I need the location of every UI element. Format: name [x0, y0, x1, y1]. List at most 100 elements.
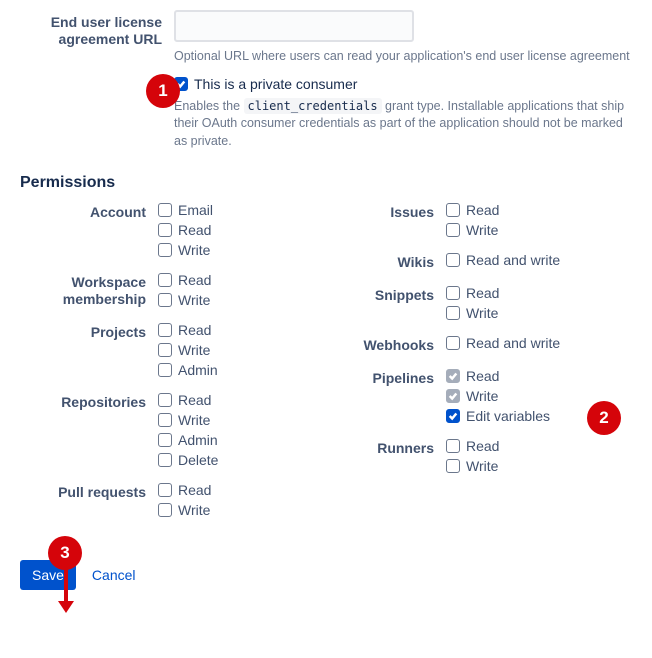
- perm-option-label: Write: [466, 305, 498, 321]
- perm-option: Admin: [158, 362, 306, 378]
- private-consumer-label: This is a private consumer: [194, 76, 357, 92]
- perm-checkbox[interactable]: [158, 343, 172, 357]
- perm-option-label: Email: [178, 202, 213, 218]
- perm-option-label: Read: [466, 285, 499, 301]
- perm-checkbox[interactable]: [446, 336, 460, 350]
- perm-option: Read and write: [446, 335, 632, 351]
- perm-option: Read: [158, 392, 306, 408]
- perm-option: Read: [446, 202, 632, 218]
- perm-option-label: Write: [178, 412, 210, 428]
- perm-option-label: Read: [178, 222, 211, 238]
- perm-checkbox[interactable]: [158, 413, 172, 427]
- perm-checkbox[interactable]: [446, 286, 460, 300]
- perm-option: Admin: [158, 432, 306, 448]
- perm-option: Read: [446, 368, 632, 384]
- perm-checkbox[interactable]: [446, 459, 460, 473]
- eula-helper: Optional URL where users can read your a…: [174, 48, 632, 66]
- perm-checkbox[interactable]: [446, 306, 460, 320]
- perm-group-options: ReadWriteAdminDelete: [158, 392, 306, 468]
- check-icon: [448, 371, 458, 381]
- perm-checkbox[interactable]: [446, 203, 460, 217]
- annotation-badge-2: 2: [587, 401, 621, 435]
- perm-group-options: Read Write: [446, 202, 632, 238]
- annotation-badge-1: 1: [146, 74, 180, 108]
- perm-group-options: Read Write Admin: [158, 322, 306, 378]
- perm-option: Read: [446, 285, 632, 301]
- form-actions: Save Cancel: [20, 560, 632, 590]
- perm-checkbox[interactable]: [158, 293, 172, 307]
- perm-checkbox[interactable]: [158, 453, 172, 467]
- perm-group-label: Issues: [346, 202, 446, 238]
- perm-checkbox[interactable]: [158, 503, 172, 517]
- perm-option: Write: [158, 242, 306, 258]
- perm-group-options: Email Read Write: [158, 202, 306, 258]
- perm-group-options: Read and write: [446, 252, 632, 271]
- perm-group: ProjectsReadWriteAdmin: [20, 322, 306, 378]
- perm-checkbox: [446, 389, 460, 403]
- perm-group: Workspace membership Read Write: [20, 272, 306, 308]
- perm-option-label: Write: [178, 242, 210, 258]
- perm-option: Read: [158, 482, 306, 498]
- perm-checkbox[interactable]: [158, 223, 172, 237]
- permissions-grid: AccountEmailReadWriteWorkspace membershi…: [20, 202, 632, 532]
- perm-option: Write: [446, 222, 632, 238]
- perm-option-label: Read: [178, 272, 211, 288]
- permissions-left-col: AccountEmailReadWriteWorkspace membershi…: [20, 202, 306, 532]
- perm-checkbox[interactable]: [158, 433, 172, 447]
- perm-checkbox[interactable]: [446, 223, 460, 237]
- perm-checkbox: [446, 369, 460, 383]
- perm-option-label: Write: [178, 502, 210, 518]
- perm-group-label: Account: [20, 202, 158, 258]
- perm-option-label: Write: [466, 458, 498, 474]
- perm-option-label: Read and write: [466, 335, 560, 351]
- perm-group: Issues Read Write: [346, 202, 632, 238]
- perm-option: Write: [158, 342, 306, 358]
- perm-option-label: Admin: [178, 362, 218, 378]
- perm-option: Read: [158, 272, 306, 288]
- perm-checkbox[interactable]: [446, 409, 460, 423]
- perm-option-label: Write: [466, 388, 498, 404]
- perm-checkbox[interactable]: [446, 439, 460, 453]
- perm-option-label: Read: [466, 202, 499, 218]
- perm-option-label: Read: [466, 438, 499, 454]
- perm-group-options: Read Write: [446, 438, 632, 474]
- perm-checkbox[interactable]: [446, 253, 460, 267]
- perm-group-options: Read and write: [446, 335, 632, 354]
- perm-group-label: Runners: [346, 438, 446, 474]
- perm-checkbox[interactable]: [158, 323, 172, 337]
- perm-option-label: Write: [178, 342, 210, 358]
- perm-group-label: Snippets: [346, 285, 446, 321]
- perm-checkbox[interactable]: [158, 363, 172, 377]
- perm-option: Read: [158, 322, 306, 338]
- perm-group: Account Email Read Write: [20, 202, 306, 258]
- perm-option-label: Write: [466, 222, 498, 238]
- perm-option-label: Read and write: [466, 252, 560, 268]
- permissions-right-col: IssuesReadWriteWikisRead and writeSnippe…: [346, 202, 632, 532]
- perm-checkbox[interactable]: [158, 203, 172, 217]
- perm-group-label: Pull requests: [20, 482, 158, 518]
- perm-checkbox[interactable]: [158, 273, 172, 287]
- perm-group-label: Workspace membership: [20, 272, 158, 308]
- cancel-link[interactable]: Cancel: [92, 567, 136, 583]
- permissions-heading: Permissions: [20, 174, 632, 192]
- perm-group-options: Read Write: [158, 272, 306, 308]
- perm-option-label: Read: [466, 368, 499, 384]
- perm-option-label: Write: [178, 292, 210, 308]
- perm-option: Read: [158, 222, 306, 238]
- pc-helper-pre: Enables the: [174, 99, 244, 113]
- perm-group-options: Read Write: [158, 482, 306, 518]
- perm-option: Write: [446, 458, 632, 474]
- pc-helper-code: client_credentials: [244, 98, 382, 114]
- perm-option-label: Edit variables: [466, 408, 550, 424]
- perm-option-label: Admin: [178, 432, 218, 448]
- perm-option: Read and write: [446, 252, 632, 268]
- perm-option: Write: [446, 305, 632, 321]
- perm-checkbox[interactable]: [158, 243, 172, 257]
- perm-checkbox[interactable]: [158, 393, 172, 407]
- eula-input[interactable]: [174, 10, 414, 42]
- perm-group-label: Pipelines: [346, 368, 446, 424]
- perm-checkbox[interactable]: [158, 483, 172, 497]
- perm-option: Read: [446, 438, 632, 454]
- perm-group: RepositoriesReadWriteAdminDelete: [20, 392, 306, 468]
- annotation-arrow-3: [56, 569, 76, 615]
